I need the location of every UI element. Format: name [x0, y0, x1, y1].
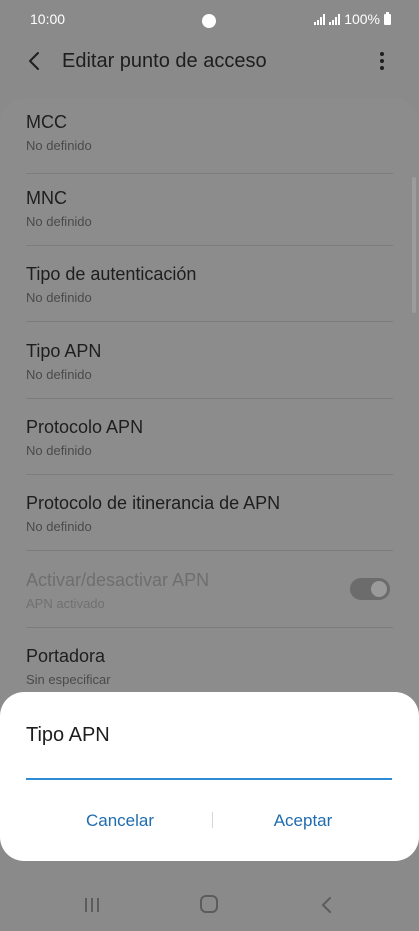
home-icon[interactable]: [200, 895, 218, 913]
battery-icon: [384, 11, 391, 25]
setting-title: Protocolo de itinerancia de APN: [26, 493, 281, 513]
battery-level: 100%: [344, 11, 380, 27]
setting-value: APN activado: [26, 596, 105, 611]
page-title: Editar punto de acceso: [62, 50, 267, 72]
status-time: 10:00: [30, 11, 66, 27]
screen: 10:00 100% Editar punto de acceso MCC No…: [0, 0, 419, 931]
setting-title: Portadora: [26, 646, 106, 666]
apn-enable-toggle[interactable]: [350, 578, 390, 600]
setting-value: No definido: [26, 290, 92, 305]
back-arrow-icon[interactable]: [24, 50, 44, 72]
setting-auth-type[interactable]: Tipo de autenticación No definido: [0, 246, 419, 322]
toggle-knob: [369, 579, 389, 599]
setting-title: Activar/desactivar APN: [26, 570, 210, 590]
signal-icon-2: [329, 13, 341, 25]
navigation-bar: [0, 875, 419, 931]
accept-button[interactable]: Aceptar: [213, 802, 393, 840]
setting-value: No definido: [26, 138, 92, 153]
setting-title: Tipo APN: [26, 341, 102, 361]
recents-icon[interactable]: [83, 897, 101, 913]
more-vertical-icon[interactable]: [372, 50, 392, 72]
setting-title: Tipo de autenticación: [26, 264, 197, 284]
front-camera: [202, 14, 216, 28]
setting-value: No definido: [26, 443, 92, 458]
app-header: Editar punto de acceso: [0, 38, 419, 84]
scrollbar[interactable]: [412, 177, 416, 313]
signal-icon: [314, 13, 326, 25]
setting-apn-roaming-protocol[interactable]: Protocolo de itinerancia de APN No defin…: [0, 475, 419, 551]
setting-mnc[interactable]: MNC No definido: [0, 170, 419, 246]
setting-apn-enable: Activar/desactivar APN APN activado: [0, 552, 419, 628]
status-indicators: 100%: [314, 11, 391, 27]
apn-type-input[interactable]: [26, 744, 392, 780]
divider: [26, 550, 393, 551]
setting-apn-type[interactable]: Tipo APN No definido: [0, 323, 419, 399]
status-bar: 10:00 100%: [0, 0, 419, 38]
nav-back-icon[interactable]: [319, 895, 333, 915]
setting-title: MNC: [26, 188, 67, 208]
setting-mcc[interactable]: MCC No definido: [0, 98, 419, 174]
divider: [26, 321, 393, 322]
setting-value: No definido: [26, 214, 92, 229]
setting-title: Protocolo APN: [26, 417, 144, 437]
setting-apn-protocol[interactable]: Protocolo APN No definido: [0, 399, 419, 475]
apn-settings-list: MCC No definido MNC No definido Tipo de …: [0, 98, 419, 718]
cancel-button[interactable]: Cancelar: [30, 802, 210, 840]
setting-value: No definido: [26, 367, 92, 382]
setting-title: MCC: [26, 112, 67, 132]
setting-value: No definido: [26, 519, 92, 534]
setting-value: Sin especificar: [26, 672, 111, 687]
